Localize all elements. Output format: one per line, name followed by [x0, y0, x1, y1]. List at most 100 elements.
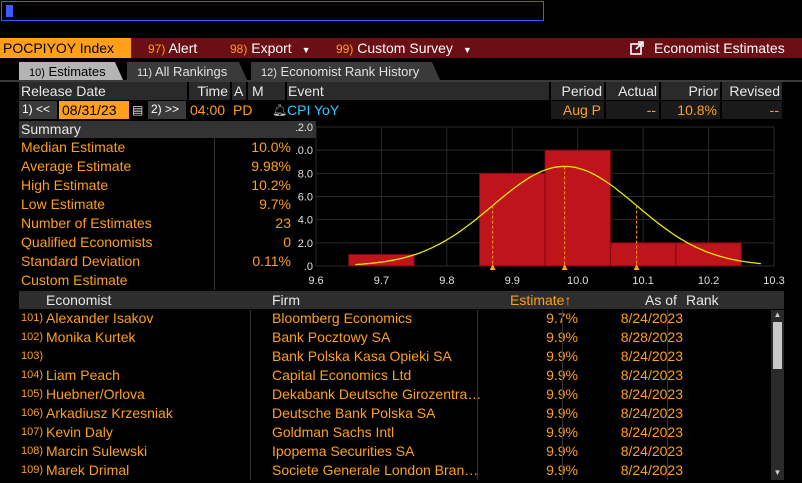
- custom-survey-label: Custom Survey: [357, 40, 453, 56]
- scroll-up-icon[interactable]: ▲: [771, 310, 784, 321]
- as-of-date: 8/24/2023: [620, 443, 683, 459]
- scrollbar-thumb[interactable]: [773, 322, 782, 369]
- col-release-date: Release Date: [19, 82, 187, 100]
- column-divider: [667, 310, 668, 480]
- th-rank[interactable]: Rank: [686, 292, 719, 308]
- firm-name[interactable]: Ipopema Securities SA: [272, 443, 494, 459]
- row-number: 103): [21, 350, 44, 362]
- tab-economist-rank-history[interactable]: 12) Economist Rank History: [251, 62, 440, 80]
- th-estimate-label: Estimate: [510, 292, 565, 308]
- command-line-input[interactable]: [1, 1, 544, 21]
- table-row[interactable]: 107)Kevin DalyGoldman Sachs Intl9.9%8/24…: [19, 424, 771, 443]
- custom-survey-number: 99): [336, 42, 354, 56]
- x-tick-label: 10.0: [567, 275, 588, 287]
- tab-estimates[interactable]: 10) Estimates: [19, 62, 123, 80]
- x-tick-label: 9.8: [439, 275, 454, 287]
- summary-label: Average Estimate: [21, 158, 132, 174]
- y-tick-label: 10.0: [296, 145, 313, 157]
- tab-all-rankings[interactable]: 11) All Rankings: [127, 62, 247, 80]
- prev-release-button[interactable]: 1) <<: [19, 101, 57, 119]
- table-row[interactable]: 106) Arkadiusz Krzesniak Deutsche Bank Pol…: [19, 405, 771, 424]
- firm-name[interactable]: Goldman Sachs Intl: [272, 424, 494, 440]
- revised-value: --: [722, 101, 782, 119]
- release-timezone: PD: [233, 102, 253, 118]
- custom-survey-button[interactable]: 99) Custom Survey ▼: [336, 40, 472, 56]
- y-tick-label: 12.0: [296, 122, 313, 134]
- firm-name[interactable]: Bank Polska Kasa Opieki SA: [272, 348, 494, 364]
- table-row[interactable]: 103)Bank Polska Kasa Opieki SA9.9%8/24/2…: [19, 348, 771, 367]
- firm-name[interactable]: Capital Economics Ltd: [272, 367, 494, 383]
- release-date-field[interactable]: 08/31/23: [59, 101, 129, 119]
- chart-svg: .0 2.0 4.0 6.0 8.0 10.0 12.0 9.6 9.7 9.8 9.9 10.0 10…: [296, 122, 785, 287]
- as-of-date: 8/24/2023: [620, 310, 683, 326]
- table-row[interactable]: 101)Alexander IsakovBloomberg Economics9…: [19, 310, 771, 329]
- firm-name[interactable]: Bank Pocztowy SA: [272, 329, 494, 345]
- as-of-date: 8/24/2023: [620, 367, 683, 383]
- x-tick-label: 9.7: [374, 275, 389, 287]
- as-of-date: 8/24/2023: [620, 348, 683, 364]
- th-economist[interactable]: Economist: [46, 292, 111, 308]
- firm-name[interactable]: Dekabank Deutsche Girozentra…: [272, 386, 494, 402]
- ticker-security[interactable]: POCPIYOY Index: [0, 38, 131, 58]
- economist-name[interactable]: Huebner/Orlova: [46, 386, 266, 402]
- row-number: 107): [21, 426, 44, 438]
- summary-label: Standard Deviation: [21, 253, 141, 269]
- economist-name[interactable]: Kevin Daly: [46, 424, 266, 440]
- external-link-icon: [630, 41, 644, 55]
- economist-name[interactable]: Liam Peach: [46, 367, 266, 383]
- economist-name[interactable]: Arkadiusz Krzesniak: [46, 405, 266, 421]
- alert-button[interactable]: 97) Alert: [148, 40, 197, 56]
- row-number: 102): [21, 331, 44, 343]
- summary-row[interactable]: Custom Estimate: [19, 272, 291, 291]
- summary-label: High Estimate: [21, 177, 109, 193]
- table-row[interactable]: 108) Marcin Sulewski Ipopema Securities SA…: [19, 443, 771, 462]
- firm-name[interactable]: Deutsche Bank Polska SA: [272, 405, 494, 421]
- summary-value: 9.98%: [251, 158, 291, 174]
- economist-name[interactable]: Marcin Sulewski: [46, 443, 266, 459]
- next-release-button[interactable]: 2) >>: [148, 101, 186, 119]
- table-row[interactable]: 104)Liam PeachCapital Economics Ltd9.9%8…: [19, 367, 771, 386]
- table-row[interactable]: 109) Marek Drimal Societe Generale London …: [19, 462, 771, 481]
- alert-number: 97): [148, 42, 166, 56]
- sort-up-icon: ↑: [564, 292, 572, 308]
- calendar-icon[interactable]: ▤: [132, 101, 144, 119]
- economist-name[interactable]: Marek Drimal: [46, 462, 266, 478]
- col-revised: Revised: [722, 82, 782, 100]
- economist-estimates-button[interactable]: Economist Estimates: [630, 40, 785, 56]
- tab-label: Estimates: [48, 64, 106, 79]
- summary-value: 0: [283, 234, 291, 250]
- th-firm[interactable]: Firm: [272, 292, 300, 308]
- table-row[interactable]: 102)Monika KurtekBank Pocztowy SA9.9%8/2…: [19, 329, 771, 348]
- row-number: 104): [21, 369, 44, 381]
- column-divider: [477, 310, 478, 480]
- x-tick-label: 10.3: [763, 275, 784, 287]
- economist-estimates-label: Economist Estimates: [654, 40, 785, 56]
- as-of-date: 8/24/2023: [620, 386, 683, 402]
- col-m: M: [248, 82, 285, 100]
- th-estimate[interactable]: Estimate↑: [510, 292, 571, 308]
- column-divider: [562, 310, 563, 480]
- th-as-of[interactable]: As of: [645, 292, 677, 308]
- summary-row: High Estimate 10.2%: [19, 177, 291, 196]
- summary-value: 0.11%: [252, 253, 291, 269]
- bell-alert-icon[interactable]: 🔔︎: [272, 101, 287, 119]
- row-number: 101): [21, 312, 44, 324]
- scroll-down-icon[interactable]: ▼: [771, 468, 784, 479]
- chevron-down-icon: ▼: [301, 45, 311, 55]
- tab-number: 10): [29, 67, 45, 79]
- firm-name[interactable]: Bloomberg Economics: [272, 310, 494, 326]
- event-name[interactable]: CPI YoY: [287, 101, 487, 119]
- export-button[interactable]: 98) Export ▼: [230, 40, 311, 56]
- as-of-date: 8/24/2023: [620, 405, 683, 421]
- release-date-value: 08/31/23: [62, 102, 117, 118]
- row-number: 108): [21, 445, 44, 457]
- economist-name[interactable]: Alexander Isakov: [46, 310, 266, 326]
- economist-name[interactable]: Monika Kurtek: [46, 329, 266, 345]
- summary-value: 10.2%: [251, 177, 291, 193]
- as-of-date: 8/24/2023: [620, 462, 683, 478]
- row-number: 106): [21, 407, 44, 419]
- summary-label: Median Estimate: [21, 139, 126, 155]
- table-row[interactable]: 105) Huebner/Orlova Dekabank Deutsche Giro…: [19, 386, 771, 405]
- summary-value: 10.0%: [251, 139, 291, 155]
- firm-name[interactable]: Societe Generale London Bran…: [272, 462, 494, 478]
